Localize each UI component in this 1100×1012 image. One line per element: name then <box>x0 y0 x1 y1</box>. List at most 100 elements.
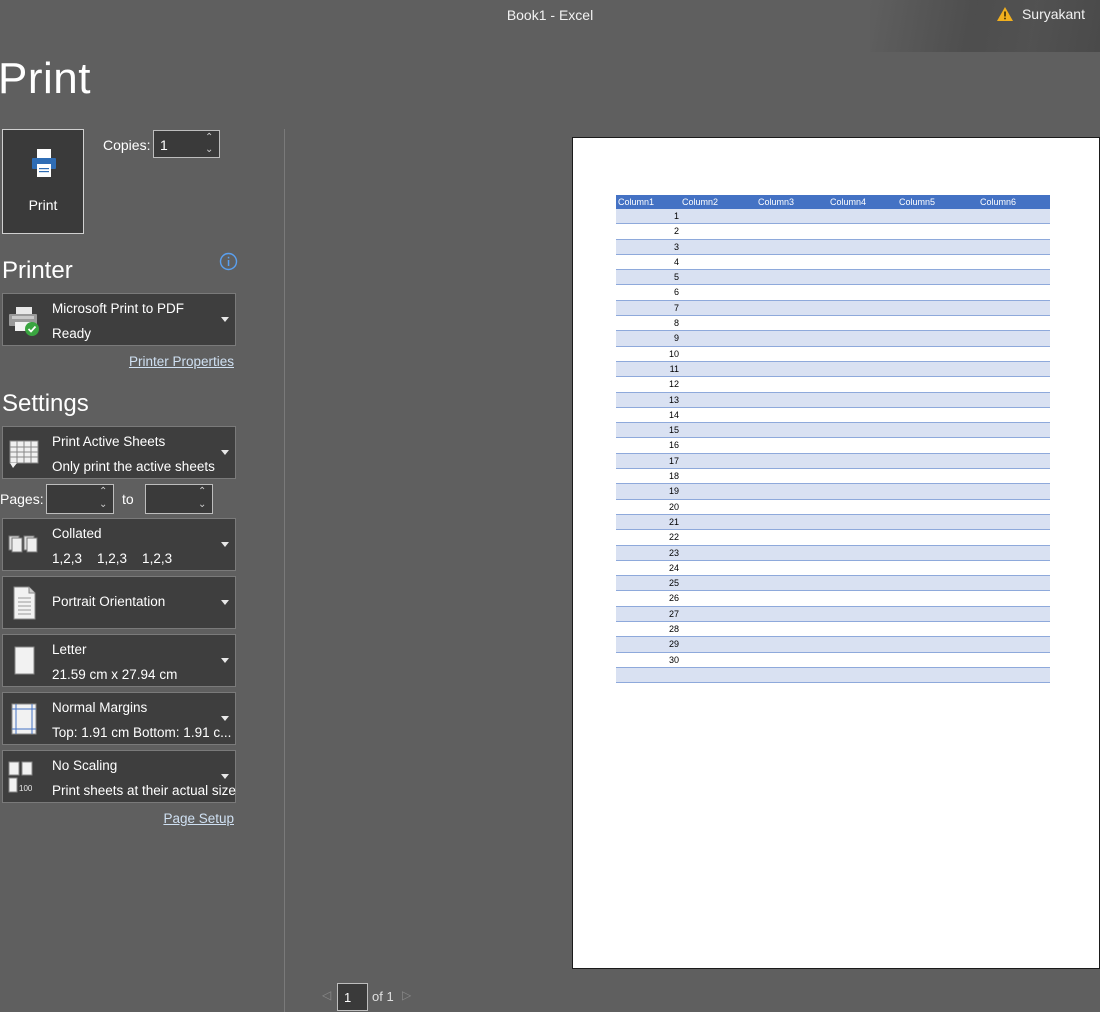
table-row: 20 <box>616 499 1050 515</box>
margins-label: Normal Margins <box>52 700 148 715</box>
pages-from-spinner[interactable]: ⌃ ⌄ <box>97 485 111 513</box>
margins-desc: Top: 1.91 cm Bottom: 1.91 c... <box>52 725 232 740</box>
table-row: 26 <box>616 591 1050 607</box>
table-row: 13 <box>616 392 1050 408</box>
printer-properties-link[interactable]: Printer Properties <box>129 354 234 369</box>
title-bar: Book1 - Excel Suryakant <box>0 0 1100 52</box>
panel-divider <box>284 129 285 1012</box>
table-row: 28 <box>616 622 1050 638</box>
user-name: Suryakant <box>1021 6 1085 22</box>
table-row: 18 <box>616 469 1050 485</box>
current-page-value: 1 <box>344 990 352 1005</box>
print-button[interactable]: Print <box>2 129 84 234</box>
preview-table: Column1 Column2 Column3 Column4 Column5 … <box>616 195 1050 684</box>
table-row: 6 <box>616 285 1050 301</box>
current-page-input[interactable]: 1 <box>337 983 368 1011</box>
spin-up-icon[interactable]: ⌃ <box>99 486 107 497</box>
table-row: 16 <box>616 438 1050 454</box>
settings-heading: Settings <box>2 390 89 417</box>
preview-table-body: 1 2 3 4 5 6 7 8 9 10 11 12 13 14 15 16 1… <box>616 209 1050 684</box>
scaling-dropdown[interactable]: 100 No Scaling Print sheets at their act… <box>2 750 236 803</box>
pages-from-input[interactable]: ⌃ ⌄ <box>46 484 114 514</box>
spin-down-icon[interactable]: ⌄ <box>198 499 206 510</box>
table-row: 22 <box>616 530 1050 546</box>
paper-icon <box>7 644 41 678</box>
margins-icon <box>7 702 41 736</box>
scaling-icon: 100 <box>7 760 41 794</box>
table-row: 17 <box>616 453 1050 470</box>
table-row: 19 <box>616 484 1050 500</box>
spin-down-icon[interactable]: ⌄ <box>99 499 107 510</box>
table-row: 21 <box>616 514 1050 531</box>
printer-name: Microsoft Print to PDF <box>52 301 185 316</box>
print-what-desc: Only print the active sheets <box>52 459 215 474</box>
chevron-down-icon <box>221 450 229 455</box>
table-row: 8 <box>616 316 1050 332</box>
chevron-down-icon <box>221 658 229 663</box>
page-title: Print <box>0 54 91 103</box>
chevron-down-icon <box>221 716 229 721</box>
info-icon[interactable] <box>219 252 238 276</box>
next-page-icon[interactable]: ▷ <box>402 988 411 1002</box>
table-row: 2 <box>616 224 1050 240</box>
pdf-printer-icon <box>7 303 41 337</box>
orientation-dropdown[interactable]: Portrait Orientation <box>2 576 236 629</box>
pages-label: Pages: <box>0 491 44 507</box>
table-row: 27 <box>616 606 1050 623</box>
sheet-grid-icon <box>7 436 41 470</box>
table-row: 15 <box>616 423 1050 439</box>
print-what-dropdown[interactable]: Print Active Sheets Only print the activ… <box>2 426 236 479</box>
portrait-page-icon <box>7 586 41 620</box>
table-header-cell: Column3 <box>758 197 795 207</box>
pages-to-spinner[interactable]: ⌃ ⌄ <box>196 485 210 513</box>
print-preview-page: Column1 Column2 Column3 Column4 Column5 … <box>572 137 1100 969</box>
table-row: 25 <box>616 576 1050 592</box>
page-setup-link[interactable]: Page Setup <box>163 811 234 826</box>
chevron-down-icon <box>221 317 229 322</box>
previous-page-icon[interactable]: ◁ <box>322 988 331 1002</box>
table-row <box>616 667 1050 684</box>
table-header-cell: Column5 <box>899 197 936 207</box>
table-header-cell: Column2 <box>682 197 719 207</box>
table-row: 4 <box>616 254 1050 271</box>
table-row: 1 <box>616 209 1050 225</box>
window-title: Book1 - Excel <box>506 7 594 23</box>
table-row: 7 <box>616 300 1050 317</box>
table-row: 3 <box>616 239 1050 255</box>
chevron-down-icon <box>221 542 229 547</box>
collation-label: Collated <box>52 526 102 541</box>
collation-dropdown[interactable]: Collated 1,2,3 1,2,3 1,2,3 <box>2 518 236 571</box>
scaling-desc: Print sheets at their actual size <box>52 783 236 798</box>
printer-status: Ready <box>52 326 92 341</box>
spin-up-icon[interactable]: ⌃ <box>205 132 213 143</box>
table-row: 5 <box>616 270 1050 286</box>
margins-dropdown[interactable]: Normal Margins Top: 1.91 cm Bottom: 1.91… <box>2 692 236 745</box>
spin-down-icon[interactable]: ⌄ <box>205 144 213 155</box>
paper-size-dropdown[interactable]: Letter 21.59 cm x 27.94 cm <box>2 634 236 687</box>
printer-icon <box>30 148 58 183</box>
spin-up-icon[interactable]: ⌃ <box>198 486 206 497</box>
print-button-label: Print <box>28 197 58 213</box>
scaling-icon-text: 100 <box>19 784 33 793</box>
copies-input[interactable]: 1 ⌃ ⌄ <box>153 130 220 158</box>
collated-pages-icon <box>7 528 41 562</box>
table-row: 24 <box>616 560 1050 577</box>
pages-to-input[interactable]: ⌃ ⌄ <box>145 484 213 514</box>
page-count: of 1 <box>372 989 394 1004</box>
copies-spinner[interactable]: ⌃ ⌄ <box>203 131 217 157</box>
paper-size-desc: 21.59 cm x 27.94 cm <box>52 667 178 682</box>
paper-size-label: Letter <box>52 642 87 657</box>
copies-value: 1 <box>160 137 168 153</box>
collation-desc: 1,2,3 1,2,3 1,2,3 <box>52 551 173 566</box>
print-what-label: Print Active Sheets <box>52 434 166 449</box>
table-row: 10 <box>616 346 1050 362</box>
copies-label: Copies: <box>103 137 151 153</box>
table-row: 9 <box>616 331 1050 347</box>
user-account[interactable]: Suryakant <box>996 6 1085 22</box>
printer-dropdown[interactable]: Microsoft Print to PDF Ready <box>2 293 236 346</box>
table-row: 23 <box>616 545 1050 561</box>
table-header-cell: Column4 <box>830 197 867 207</box>
table-row: 14 <box>616 407 1050 424</box>
table-row: 12 <box>616 377 1050 393</box>
table-header-cell: Column6 <box>980 197 1017 207</box>
